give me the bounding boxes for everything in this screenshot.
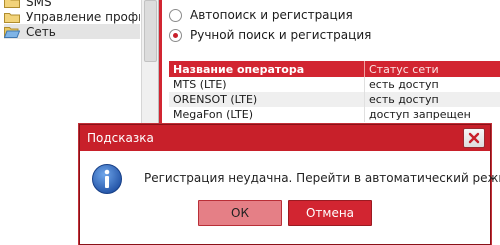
- radio-label: Автопоиск и регистрация: [190, 8, 353, 22]
- hint-dialog: Подсказка Регистрация неудачна. Перейти …: [79, 124, 491, 245]
- column-header-status[interactable]: Статус сети: [365, 61, 500, 77]
- table-header-row: Название оператора Статус сети: [169, 61, 500, 77]
- table-row[interactable]: MegaFon (LTE) доступ запрещен: [169, 107, 500, 122]
- dialog-title: Подсказка: [87, 131, 154, 145]
- sidebar-item-label: SMS: [26, 0, 52, 9]
- network-status: доступ запрещен: [365, 107, 500, 122]
- table-row[interactable]: ORENSOT (LTE) есть доступ: [169, 92, 500, 107]
- sidebar-item-profiles[interactable]: Управление профилями: [4, 9, 140, 24]
- dialog-message: Регистрация неудачна. Перейти в автомати…: [144, 171, 500, 185]
- radio-button-selected[interactable]: [169, 29, 182, 42]
- sidebar-item-label: Управление профилями: [26, 10, 140, 24]
- table-row[interactable]: MTS (LTE) есть доступ: [169, 77, 500, 92]
- cancel-button[interactable]: Отмена: [288, 200, 372, 226]
- scrollbar-thumb[interactable]: [144, 0, 157, 62]
- network-status: есть доступ: [365, 92, 500, 107]
- radio-button[interactable]: [169, 9, 182, 22]
- radio-auto-search[interactable]: Автопоиск и регистрация: [169, 8, 353, 22]
- dialog-title-bar[interactable]: Подсказка: [80, 125, 490, 151]
- operator-name: ORENSOT (LTE): [169, 92, 365, 107]
- column-header-operator[interactable]: Название оператора: [169, 61, 365, 77]
- folder-icon: [4, 0, 20, 8]
- close-icon: [468, 132, 480, 144]
- operator-name: MTS (LTE): [169, 77, 365, 92]
- close-button[interactable]: [463, 128, 485, 148]
- network-status: есть доступ: [365, 77, 500, 92]
- folder-open-icon: [4, 26, 20, 38]
- radio-label: Ручной поиск и регистрация: [190, 28, 371, 42]
- operator-table: Название оператора Статус сети MTS (LTE)…: [169, 61, 500, 122]
- folder-icon: [4, 11, 20, 23]
- radio-manual-search[interactable]: Ручной поиск и регистрация: [169, 28, 371, 42]
- sidebar-item-label: Сеть: [26, 25, 56, 39]
- ok-button[interactable]: ОК: [198, 200, 282, 226]
- operator-name: MegaFon (LTE): [169, 107, 365, 122]
- sidebar-item-sms[interactable]: SMS: [4, 0, 140, 9]
- sidebar-item-network[interactable]: Сеть: [4, 24, 140, 39]
- info-icon: [91, 163, 123, 195]
